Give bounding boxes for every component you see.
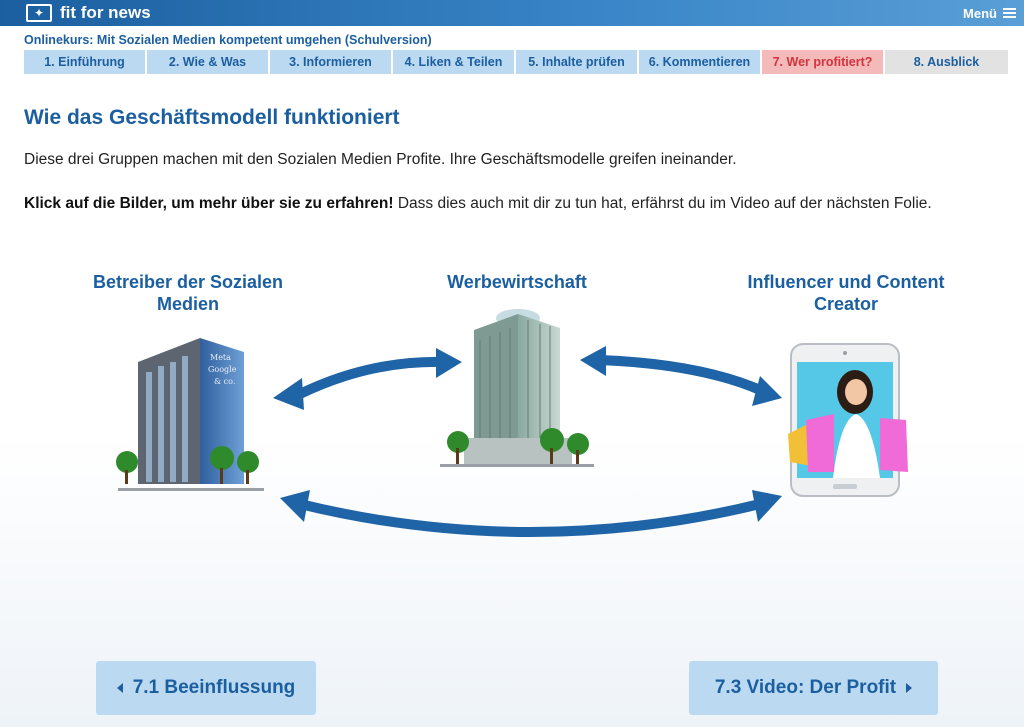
building-text-co: & co. <box>214 377 235 386</box>
menu-label: Menü <box>963 5 997 21</box>
advertising-title: Werbewirtschaft <box>447 272 587 292</box>
building-text-meta: Meta <box>210 353 231 362</box>
tab-informieren[interactable]: 3. Informieren <box>270 50 391 74</box>
tab-einfuehrung[interactable]: 1. Einführung <box>24 50 145 74</box>
next-slide-button[interactable]: 7.3 Video: Der Profit <box>689 661 938 715</box>
brand-logo-icon: ✦ <box>26 4 52 22</box>
operators-title: Betreiber der Sozialen Medien <box>92 272 284 314</box>
hamburger-icon <box>1003 8 1016 18</box>
instruction-bold: Klick auf die Bilder, um mehr über sie z… <box>24 195 394 212</box>
operators-building-image[interactable]: Meta Google & co. <box>116 338 264 491</box>
tab-wie-was[interactable]: 2. Wie & Was <box>147 50 268 74</box>
arrow-advertising-influencers <box>580 346 782 406</box>
tab-inhalte-pruefen[interactable]: 5. Inhalte prüfen <box>516 50 637 74</box>
caret-left-icon <box>116 683 123 693</box>
course-title: Onlinekurs: Mit Sozialen Medien kompeten… <box>24 33 432 47</box>
prev-slide-label: 7.1 Beeinflussung <box>132 677 296 698</box>
arrow-operators-advertising <box>273 348 462 410</box>
arrow-operators-influencers <box>280 490 782 537</box>
menu-button[interactable]: Menü <box>963 6 1016 21</box>
instruction-rest: Dass dies auch mit dir zu tun hat, erfäh… <box>393 195 932 212</box>
building-text-google: Google <box>208 365 237 374</box>
top-bar: ✦ fit for news Menü <box>0 0 1024 26</box>
influencer-phone-image[interactable] <box>788 343 908 497</box>
tab-wer-profitiert[interactable]: 7. Wer profitiert? <box>762 50 883 74</box>
advertising-building-image[interactable] <box>440 309 594 467</box>
next-slide-label: 7.3 Video: Der Profit <box>714 677 897 698</box>
page-title: Wie das Geschäftsmodell funktioniert <box>24 106 400 129</box>
chapter-tabs: 1. Einführung 2. Wie & Was 3. Informiere… <box>24 50 1010 74</box>
tab-ausblick[interactable]: 8. Ausblick <box>885 50 1008 74</box>
caret-right-icon <box>906 683 913 693</box>
tab-kommentieren[interactable]: 6. Kommentieren <box>639 50 760 74</box>
brand-name: fit for news <box>60 3 151 22</box>
influencers-title: Influencer und Content Creator <box>747 272 945 314</box>
intro-paragraph: Diese drei Gruppen machen mit den Sozial… <box>24 151 737 168</box>
tab-liken-teilen[interactable]: 4. Liken & Teilen <box>393 50 514 74</box>
prev-slide-button[interactable]: 7.1 Beeinflussung <box>96 661 316 715</box>
instruction-paragraph: Klick auf die Bilder, um mehr über sie z… <box>24 190 999 217</box>
brand[interactable]: ✦ fit for news <box>26 3 151 23</box>
